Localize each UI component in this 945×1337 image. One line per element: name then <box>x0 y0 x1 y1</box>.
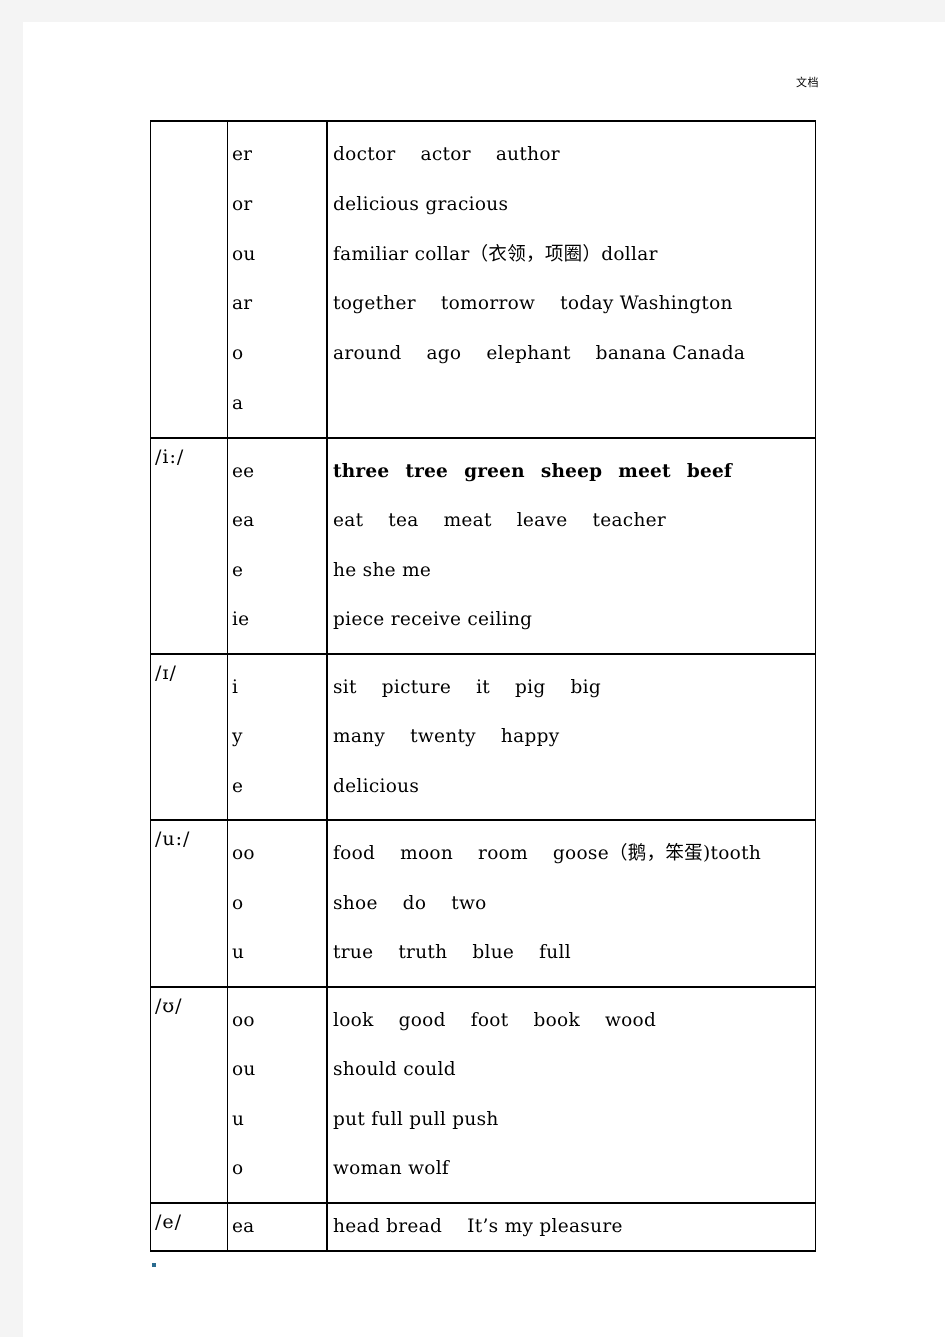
spelling-item: e <box>232 775 244 797</box>
example-words: sit picture it pig big <box>333 676 601 698</box>
spelling-item: ar <box>232 293 253 315</box>
page-ink-speck <box>152 1263 156 1267</box>
spelling-item: y <box>232 726 243 748</box>
document-chrome-left-gutter <box>0 22 23 1337</box>
ipa-cell <box>150 120 228 439</box>
ipa-cell: /ɪ/ <box>150 652 228 822</box>
spelling-item: o <box>232 892 244 914</box>
example-words: around ago elephant banana Canada <box>333 343 746 365</box>
spelling-item: or <box>232 193 253 215</box>
example-words-bold: three tree green sheep meet beef <box>333 460 733 482</box>
example-words: delicious <box>333 775 420 797</box>
example-words: should could <box>333 1059 456 1081</box>
spelling-item: ou <box>232 1059 256 1081</box>
spelling-item: ea <box>232 1215 255 1237</box>
spelling-item: o <box>232 343 244 365</box>
page-header: 文档 <box>23 22 945 112</box>
spelling-item: ea <box>232 510 255 532</box>
ipa-symbol: /u:/ <box>155 828 191 851</box>
spelling-item: oo <box>232 843 255 865</box>
spelling-item: e <box>232 559 244 581</box>
example-words: eat tea meat leave teacher <box>333 510 667 532</box>
spelling-item: ee <box>232 460 255 482</box>
spelling-cell: ee ea e ie <box>227 436 328 655</box>
header-watermark-label: 文档 <box>796 76 819 89</box>
ipa-cell: /u:/ <box>150 819 228 988</box>
example-words: put full pull push <box>333 1108 499 1130</box>
table-row: /u:/ oo o u food moon room goose（鹅，笨蛋)to… <box>150 819 816 988</box>
spelling-cell: i y e <box>227 652 328 822</box>
example-words: he she me <box>333 559 432 581</box>
spelling-item: ou <box>232 243 256 265</box>
table-row: /i:/ ee ea e ie three tree green sheep m… <box>150 436 816 655</box>
table-row: er or ou ar o a doctor actor author deli… <box>150 120 816 439</box>
example-words: true truth blue full <box>333 942 571 964</box>
spelling-cell: ea <box>227 1201 328 1252</box>
examples-cell: look good foot book wood should could pu… <box>326 985 816 1204</box>
table-row: /ʊ/ oo ou u o look good foot book wood s… <box>150 985 816 1204</box>
document-chrome-top-strip <box>0 0 945 22</box>
spelling-item: er <box>232 144 253 165</box>
ipa-cell: /i:/ <box>150 436 228 655</box>
phonetics-table: er or ou ar o a doctor actor author deli… <box>150 120 816 1252</box>
example-words: head bread It’s my pleasure <box>333 1215 623 1237</box>
spelling-item: o <box>232 1158 244 1180</box>
example-words: together tomorrow today Washington <box>333 293 733 315</box>
document-page: 文档 er or ou ar o a doctor actor author d… <box>23 22 945 1337</box>
example-words: food moon room goose（鹅，笨蛋)tooth <box>333 843 762 865</box>
ipa-symbol: /e/ <box>155 1210 183 1233</box>
spelling-item: ie <box>232 609 250 631</box>
example-words: delicious gracious <box>333 193 509 215</box>
spelling-item: u <box>232 942 245 964</box>
example-words: woman wolf <box>333 1158 450 1180</box>
ipa-cell: /e/ <box>150 1201 228 1252</box>
examples-cell: sit picture it pig big many twenty happy… <box>326 652 816 822</box>
table-row: /e/ ea head bread It’s my pleasure <box>150 1201 816 1252</box>
ipa-symbol: /i:/ <box>155 445 185 468</box>
spelling-item: i <box>232 676 239 698</box>
examples-cell: food moon room goose（鹅，笨蛋)tooth shoe do … <box>326 819 816 988</box>
spelling-item: a <box>232 392 244 414</box>
spelling-item: oo <box>232 1009 255 1031</box>
examples-cell: head bread It’s my pleasure <box>326 1201 816 1252</box>
ipa-cell: /ʊ/ <box>150 985 228 1204</box>
table-row: /ɪ/ i y e sit picture it pig big many tw… <box>150 652 816 822</box>
examples-cell: doctor actor author delicious gracious f… <box>326 120 816 439</box>
example-words: shoe do two <box>333 892 487 914</box>
example-words: many twenty happy <box>333 726 560 748</box>
example-words: familiar collar（衣领，项圈）dollar <box>333 243 658 265</box>
ipa-symbol: /ɪ/ <box>155 661 177 684</box>
example-words: piece receive ceiling <box>333 609 533 631</box>
spelling-cell: oo ou u o <box>227 985 328 1204</box>
spelling-cell: oo o u <box>227 819 328 988</box>
example-words: look good foot book wood <box>333 1009 657 1031</box>
examples-cell: three tree green sheep meet beef eat tea… <box>326 436 816 655</box>
example-words: doctor actor author <box>333 144 560 165</box>
ipa-symbol: /ʊ/ <box>155 994 183 1017</box>
spelling-item: u <box>232 1108 245 1130</box>
example-words <box>333 379 815 429</box>
spelling-cell: er or ou ar o a <box>227 120 328 439</box>
